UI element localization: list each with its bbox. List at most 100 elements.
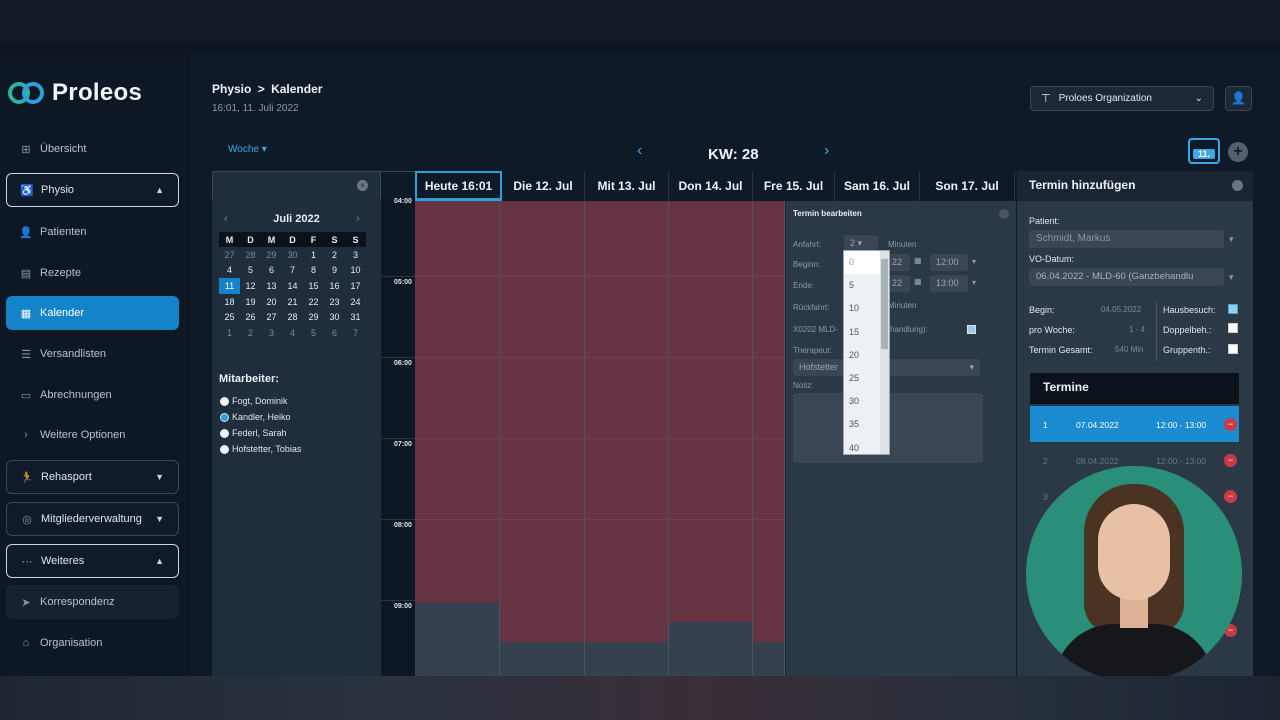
sidebar-item-organisation[interactable]: ⌂ Organisation (6, 626, 179, 660)
sidebar-item-korrespondenz[interactable]: ➤ Korrespondenz (6, 585, 179, 619)
add-appointment-button[interactable]: + (1228, 142, 1248, 162)
next-week-button[interactable]: › (824, 142, 829, 160)
mini-cal-day[interactable]: 28 (240, 247, 261, 263)
mini-cal-day[interactable]: 20 (261, 294, 282, 310)
mini-cal-day[interactable]: 2 (240, 325, 261, 341)
mini-cal-day[interactable]: 8 (303, 263, 324, 279)
mini-cal-day[interactable]: 30 (324, 309, 345, 325)
staff-item[interactable]: Fogt, Dominik (220, 396, 288, 406)
vo-checkbox[interactable] (967, 325, 976, 334)
sidebar-item-rezepte[interactable]: ▤ Rezepte (6, 256, 179, 290)
mini-cal-day[interactable]: 6 (324, 325, 345, 341)
sidebar-item-rehasport[interactable]: 🏃 Rehasport ▼ (6, 460, 179, 494)
sidebar-item-versandlisten[interactable]: ☰ Versandlisten (6, 337, 179, 371)
day-header-today[interactable]: Heute 16:01 (415, 171, 502, 201)
sidebar-item-physio[interactable]: ♿ Physio ▲ (6, 173, 179, 207)
user-button[interactable]: 👤 (1225, 86, 1252, 111)
mini-cal-day[interactable]: 15 (303, 278, 324, 294)
mini-cal-day[interactable]: 31 (345, 309, 366, 325)
gruppenth-checkbox[interactable] (1228, 344, 1238, 354)
dropdown-scrollbar[interactable] (880, 251, 889, 454)
view-select[interactable]: Woche ▾ (228, 144, 267, 155)
caret-down-icon[interactable]: ▾ (972, 278, 976, 287)
mini-cal-day[interactable]: 14 (282, 278, 303, 294)
staff-item[interactable]: Kandler, Heiko (220, 412, 291, 422)
breadcrumb-section[interactable]: Physio (212, 82, 251, 96)
calendar-icon[interactable]: ▦ (914, 256, 922, 265)
prev-week-button[interactable]: ‹ (637, 142, 642, 160)
ende-time[interactable]: 13:00 (930, 275, 968, 292)
mini-cal-day[interactable]: 7 (345, 325, 366, 341)
hausbesuch-checkbox[interactable] (1228, 304, 1238, 314)
mini-cal-day[interactable]: 5 (303, 325, 324, 341)
mini-cal-day[interactable]: 9 (324, 263, 345, 279)
mini-cal-day[interactable]: 29 (303, 309, 324, 325)
mini-cal-day[interactable]: 10 (345, 263, 366, 279)
mini-cal-day[interactable]: 17 (345, 278, 366, 294)
staff-item[interactable]: Federl, Sarah (220, 428, 287, 438)
calendar-icon[interactable]: ▦ (914, 277, 922, 286)
day-header[interactable]: Fre 15. Jul (753, 171, 835, 201)
sidebar-item-uebersicht[interactable]: ⊞ Übersicht (6, 132, 179, 166)
mini-cal-day[interactable]: 26 (240, 309, 261, 325)
delete-icon[interactable]: − (1224, 418, 1237, 431)
sidebar-item-abrechnungen[interactable]: ▭ Abrechnungen (6, 378, 179, 412)
vo-datum-select[interactable]: 06.04.2022 - MLD-60 (Ganzbehandlu (1029, 268, 1224, 286)
mini-cal-day[interactable]: 12 (240, 278, 261, 294)
mini-cal-day[interactable]: 16 (324, 278, 345, 294)
beginn-time[interactable]: 12:00 (930, 254, 968, 271)
mini-cal-day[interactable]: 4 (282, 325, 303, 341)
mini-cal-day[interactable]: 23 (324, 294, 345, 310)
mini-cal-next-button[interactable]: › (356, 213, 360, 225)
mini-cal-day[interactable]: 7 (282, 263, 303, 279)
mini-cal-day[interactable]: 5 (240, 263, 261, 279)
mini-cal-day[interactable]: 27 (261, 309, 282, 325)
termin-row[interactable]: 1 07.04.2022 12:00 - 13:00 − (1030, 406, 1239, 442)
logo[interactable]: Proleos (8, 78, 142, 108)
mini-cal-day[interactable]: 29 (261, 247, 282, 263)
today-calendar-button[interactable]: 11. (1188, 138, 1220, 164)
mini-cal-day[interactable]: 13 (261, 278, 282, 294)
mini-cal-day[interactable]: 25 (219, 309, 240, 325)
day-header[interactable]: Mit 13. Jul (585, 171, 669, 201)
close-icon[interactable]: × (357, 180, 368, 191)
close-icon[interactable] (999, 209, 1009, 219)
close-icon[interactable] (1232, 180, 1243, 191)
mini-cal-day[interactable]: 1 (219, 325, 240, 341)
mini-cal-day[interactable]: 27 (219, 247, 240, 263)
mini-cal-day[interactable]: 18 (219, 294, 240, 310)
mini-cal-day[interactable]: 4 (219, 263, 240, 279)
delete-icon[interactable]: − (1224, 454, 1237, 467)
organization-select[interactable]: ⊤ Proloes Organization ⌄ (1030, 86, 1214, 111)
caret-down-icon[interactable]: ▾ (1229, 272, 1234, 283)
mini-cal-day[interactable]: 24 (345, 294, 366, 310)
mini-cal-day[interactable]: 19 (240, 294, 261, 310)
anfahrt-dropdown-list[interactable]: 0 5 10 15 20 25 30 35 40 (843, 250, 890, 455)
mini-cal-day[interactable]: 2 (324, 247, 345, 263)
sidebar-item-mitgliederverwaltung[interactable]: ◎ Mitgliederverwaltung ▼ (6, 502, 179, 536)
scrollbar-thumb[interactable] (881, 259, 888, 349)
mini-cal-day[interactable]: 21 (282, 294, 303, 310)
doppelbeh-checkbox[interactable] (1228, 323, 1238, 333)
day-header[interactable]: Son 17. Jul (920, 171, 1015, 201)
mini-cal-day[interactable]: 3 (261, 325, 282, 341)
staff-item[interactable]: Hofstetter, Tobias (220, 444, 301, 454)
sidebar-item-kalender[interactable]: ▦ Kalender (6, 296, 179, 330)
day-header[interactable]: Sam 16. Jul (835, 171, 920, 201)
sidebar-item-patienten[interactable]: 👤 Patienten (6, 215, 179, 249)
day-header[interactable]: Don 14. Jul (669, 171, 753, 201)
delete-icon[interactable]: − (1224, 490, 1237, 503)
sidebar-item-weitere-optionen[interactable]: › Weitere Optionen (6, 418, 179, 452)
caret-down-icon[interactable]: ▾ (1229, 234, 1234, 245)
day-header[interactable]: Die 12. Jul (502, 171, 585, 201)
mini-cal-day[interactable]: 11 (219, 278, 240, 294)
mini-cal-day[interactable]: 3 (345, 247, 366, 263)
caret-down-icon[interactable]: ▾ (972, 257, 976, 266)
mini-cal-day[interactable]: 1 (303, 247, 324, 263)
mini-cal-day[interactable]: 28 (282, 309, 303, 325)
mini-cal-day[interactable]: 30 (282, 247, 303, 263)
patient-select[interactable]: Schmidt, Markus (1029, 230, 1224, 248)
sidebar-item-weiteres[interactable]: ⋯ Weiteres ▲ (6, 544, 179, 578)
mini-cal-day[interactable]: 22 (303, 294, 324, 310)
mini-cal-day[interactable]: 6 (261, 263, 282, 279)
